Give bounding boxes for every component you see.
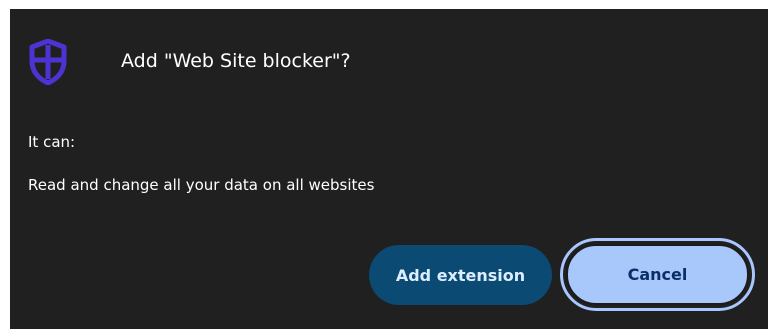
permission-item: Read and change all your data on all web…	[28, 176, 375, 194]
permissions-heading: It can:	[28, 133, 76, 151]
cancel-button[interactable]: Cancel	[566, 244, 749, 305]
add-extension-dialog: Add "Web Site blocker"? It can: Read and…	[10, 9, 768, 329]
shield-icon	[29, 38, 67, 86]
dialog-title: Add "Web Site blocker"?	[121, 50, 351, 72]
add-extension-button[interactable]: Add extension	[369, 245, 552, 305]
